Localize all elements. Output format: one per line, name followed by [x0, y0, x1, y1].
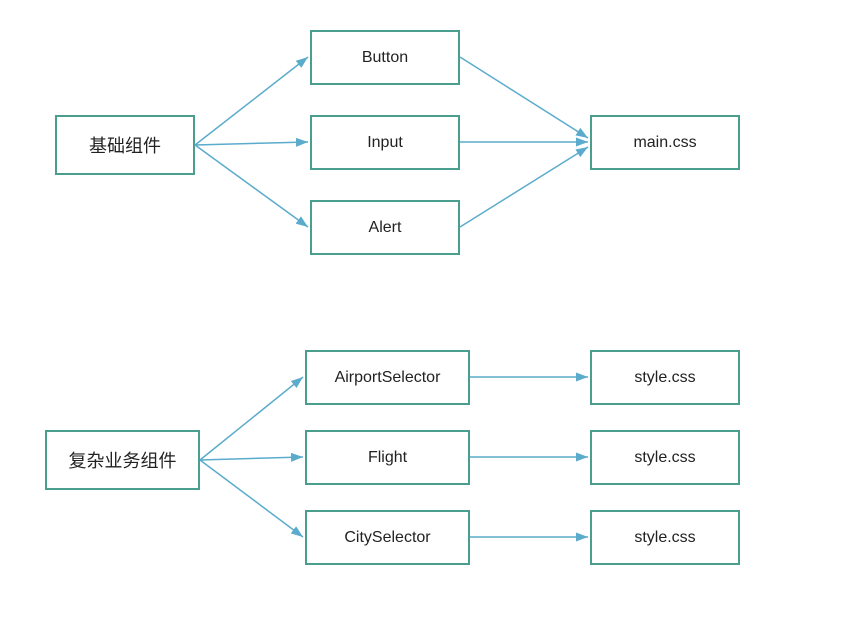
box-button: Button: [310, 30, 460, 85]
arrow-button-main: [460, 57, 588, 138]
arrow-base-alert: [195, 145, 308, 227]
box-fuzayewuzujian: 复杂业务组件: [45, 430, 200, 490]
box-alert: Alert: [310, 200, 460, 255]
box-airportselector: AirportSelector: [305, 350, 470, 405]
arrow-alert-main: [460, 147, 588, 227]
box-cityselector: CitySelector: [305, 510, 470, 565]
box-jichuzujian: 基础组件: [55, 115, 195, 175]
box-maincss: main.css: [590, 115, 740, 170]
box-stylecss-3: style.css: [590, 510, 740, 565]
box-flight: Flight: [305, 430, 470, 485]
arrow-complex-city: [200, 460, 303, 537]
box-stylecss-2: style.css: [590, 430, 740, 485]
box-stylecss-1: style.css: [590, 350, 740, 405]
diagram-container: 基础组件 Button Input Alert main.css 复杂业务组件 …: [0, 0, 855, 628]
arrow-complex-airport: [200, 377, 303, 460]
arrow-complex-flight: [200, 457, 303, 460]
arrow-base-button: [195, 57, 308, 145]
arrow-base-input: [195, 142, 308, 145]
box-input: Input: [310, 115, 460, 170]
